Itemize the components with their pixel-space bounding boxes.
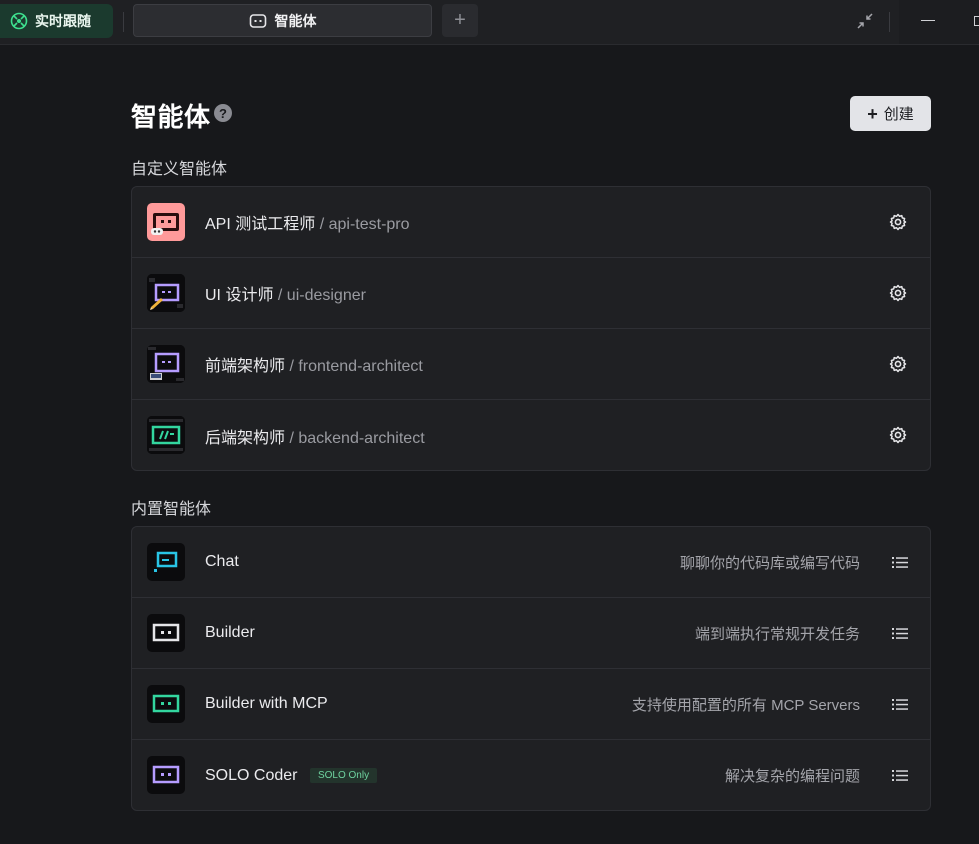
agent-title: API 测试工程师 (205, 216, 316, 233)
agent-name: Builder (205, 624, 255, 641)
builder-robot-icon (152, 623, 180, 642)
create-button[interactable]: + 创建 (850, 96, 931, 131)
robot-icon (147, 274, 185, 312)
tab-agents[interactable]: 智能体 (133, 4, 432, 37)
robot-icon (151, 213, 179, 235)
agent-row-builder[interactable]: Builder 端到端执行常规开发任务 (132, 598, 930, 669)
live-follow-button[interactable]: 实时跟随 (0, 4, 113, 38)
top-bar: 实时跟随 智能体 + (0, 0, 979, 45)
shrink-button[interactable] (852, 8, 878, 34)
builder-mcp-robot-icon (152, 694, 180, 713)
agent-row-backend-architect[interactable]: 后端架构师 / backend-architect (132, 400, 930, 470)
maximize-icon[interactable] (974, 16, 979, 26)
page-title: 智能体 (131, 102, 211, 132)
gear-icon[interactable] (889, 284, 907, 302)
agent-title: UI 设计师 (205, 287, 274, 304)
list-icon[interactable] (892, 769, 908, 782)
chat-robot-icon (154, 551, 178, 572)
create-label: 创建 (883, 106, 914, 123)
robot-icon (147, 345, 185, 383)
agent-slug: / ui-designer (277, 287, 366, 304)
plus-icon: + (454, 9, 466, 31)
agent-row-solo-coder[interactable]: SOLO Coder SOLO Only 解决复杂的编程问题 (132, 740, 930, 810)
agent-description: 端到端执行常规开发任务 (694, 625, 860, 643)
tab-label: 智能体 (274, 12, 317, 29)
help-icon[interactable]: ? (214, 104, 232, 122)
agent-avatar (147, 274, 185, 312)
agent-slug: / backend-architect (289, 429, 425, 447)
solo-coder-robot-icon (152, 765, 180, 784)
agent-slug: / api-test-pro (319, 216, 410, 233)
agent-name: UI 设计师 / ui-designer (205, 281, 366, 305)
agent-title: 前端架构师 (205, 358, 286, 375)
gear-icon[interactable] (889, 426, 907, 444)
agent-avatar (147, 416, 185, 454)
agent-name: Chat (205, 553, 239, 570)
gear-icon[interactable] (889, 355, 907, 373)
agent-name: 前端架构师 / frontend-architect (205, 352, 423, 376)
agent-avatar (147, 685, 185, 723)
agent-avatar (147, 756, 185, 794)
divider (123, 12, 124, 32)
agent-name: SOLO Coder SOLO Only (205, 766, 378, 785)
robot-icon (147, 416, 185, 454)
agent-description: 聊聊你的代码库或编写代码 (679, 554, 860, 572)
divider (889, 12, 890, 32)
live-follow-icon (10, 12, 28, 30)
agent-row-ui-designer[interactable]: UI 设计师 / ui-designer (132, 258, 930, 329)
window-controls (899, 0, 979, 44)
custom-agents-list: API 测试工程师 / api-test-pro UI 设计师 / ui-des… (131, 186, 931, 471)
minimize-icon[interactable] (921, 20, 935, 21)
agent-title: 后端架构师 (205, 429, 286, 447)
agent-description: 支持使用配置的所有 MCP Servers (631, 696, 860, 714)
agent-avatar (147, 614, 185, 652)
list-icon[interactable] (892, 556, 908, 569)
agent-description: 解决复杂的编程问题 (724, 768, 860, 785)
builtin-agents-list: Chat 聊聊你的代码库或编写代码 Builder 端到端执行常规开发任务 Bu… (131, 526, 931, 811)
agent-row-chat[interactable]: Chat 聊聊你的代码库或编写代码 (132, 527, 930, 598)
add-tab-button[interactable]: + (442, 4, 478, 37)
list-icon[interactable] (892, 627, 908, 640)
plus-icon: + (867, 103, 878, 124)
builtin-agents-heading: 内置智能体 (131, 501, 212, 518)
agent-row-frontend-architect[interactable]: 前端架构师 / frontend-architect (132, 329, 930, 400)
agent-name: API 测试工程师 / api-test-pro (205, 210, 410, 234)
agent-name: 后端架构师 / backend-architect (205, 424, 425, 448)
agent-title: SOLO Coder (205, 766, 298, 784)
robot-icon (249, 13, 266, 28)
shrink-icon (857, 13, 873, 29)
agent-slug: / frontend-architect (289, 358, 423, 375)
custom-agents-heading: 自定义智能体 (131, 161, 228, 178)
agent-avatar (147, 345, 185, 383)
agent-avatar (147, 543, 185, 581)
agent-row-builder-mcp[interactable]: Builder with MCP 支持使用配置的所有 MCP Servers (132, 669, 930, 740)
agent-avatar (147, 203, 185, 241)
list-icon[interactable] (892, 698, 908, 711)
agent-row-api-test-pro[interactable]: API 测试工程师 / api-test-pro (132, 187, 930, 258)
live-follow-label: 实时跟随 (35, 13, 91, 29)
agent-name: Builder with MCP (205, 695, 328, 712)
solo-only-badge: SOLO Only (309, 767, 378, 783)
gear-icon[interactable] (889, 213, 907, 231)
